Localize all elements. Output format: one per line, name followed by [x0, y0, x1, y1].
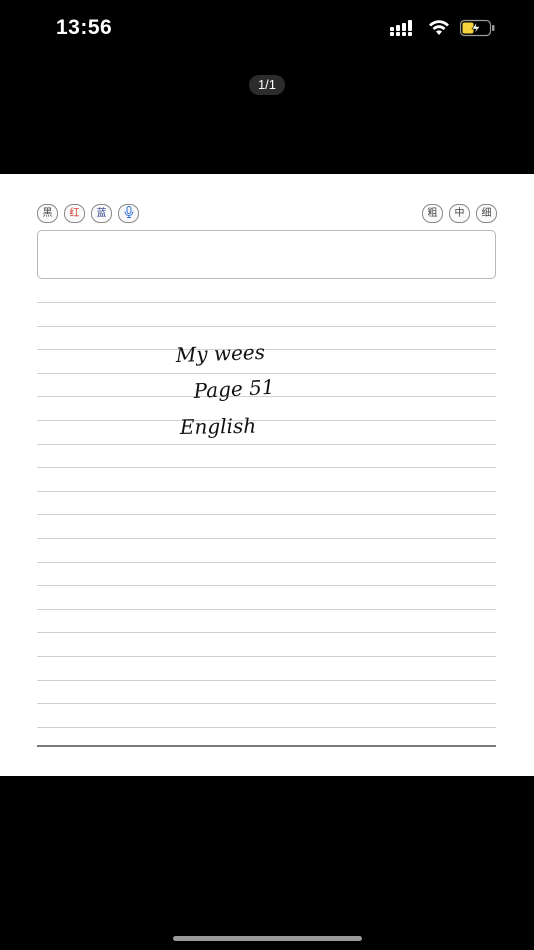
signal-icon	[390, 20, 412, 36]
ruled-line	[37, 656, 496, 657]
ruled-line	[37, 302, 496, 303]
ruled-line	[37, 372, 496, 374]
ruled-line	[37, 703, 496, 705]
battery-charging-icon	[460, 19, 495, 37]
ruled-line	[37, 490, 496, 492]
voice-input-button[interactable]	[118, 204, 139, 223]
ruled-line	[37, 420, 496, 421]
text-input-box[interactable]	[37, 230, 496, 279]
microphone-icon	[124, 206, 133, 218]
color-black-button[interactable]: 黑	[37, 204, 58, 223]
handwriting-line: English	[179, 414, 257, 439]
note-paper[interactable]: 黑 红 蓝 粗 中 细 My wees Page 51 English	[0, 174, 534, 776]
home-indicator[interactable]	[173, 936, 362, 941]
page-counter: 1/1	[249, 75, 285, 95]
ruled-line	[37, 467, 496, 469]
ruled-line	[37, 443, 496, 445]
ruled-line	[37, 726, 496, 728]
ruled-line	[37, 561, 496, 563]
ruled-line	[37, 679, 496, 681]
status-icons	[390, 19, 496, 37]
ruled-line	[37, 538, 496, 539]
pen-width-toolbar: 粗 中 细	[422, 204, 497, 223]
width-thick-button[interactable]: 粗	[422, 204, 443, 223]
pen-color-toolbar: 黑 红 蓝	[37, 204, 139, 223]
ruled-line	[37, 514, 496, 516]
screen: 13:56 1/1 黑 红 蓝 粗 中 细 My wees Page 51 En…	[0, 0, 534, 950]
color-red-button[interactable]: 红	[64, 204, 85, 223]
ruled-line	[37, 349, 496, 351]
status-time: 13:56	[56, 16, 113, 39]
width-thin-button[interactable]: 细	[476, 204, 497, 223]
ruled-line	[37, 608, 496, 610]
color-blue-button[interactable]: 蓝	[91, 204, 112, 223]
ruled-line	[37, 396, 496, 398]
ruled-line	[37, 585, 496, 587]
width-medium-button[interactable]: 中	[449, 204, 470, 223]
wifi-icon	[429, 20, 449, 35]
ruled-line-bottom	[37, 745, 496, 747]
handwriting-line: Page 51	[192, 375, 275, 403]
handwriting-line: My wees	[174, 340, 265, 367]
ruled-line	[37, 632, 496, 634]
ruled-line	[37, 325, 496, 327]
